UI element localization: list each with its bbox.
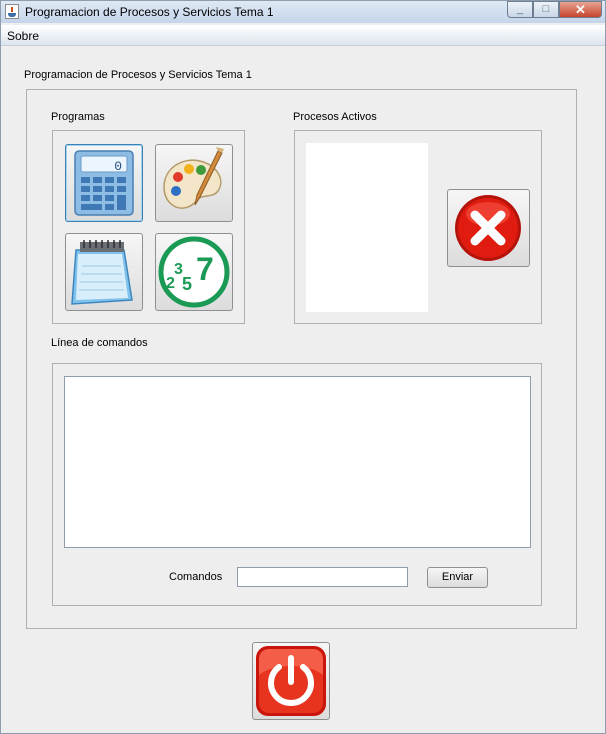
paint-palette-icon (163, 147, 224, 209)
send-button[interactable]: Enviar (427, 567, 488, 588)
notepad-icon (71, 240, 133, 305)
calculator-button[interactable]: 0 (65, 144, 143, 222)
close-red-icon (455, 195, 521, 261)
frame-title: Programacion de Procesos y Servicios Tem… (24, 69, 252, 81)
title-bar[interactable]: Programacion de Procesos y Servicios Tem… (1, 1, 605, 23)
programs-label: Programas (51, 111, 105, 123)
processes-label: Procesos Activos (293, 111, 377, 123)
commands-label: Línea de comandos (51, 337, 148, 349)
prime-numbers-icon: 2 3 5 7 (158, 236, 230, 308)
calculator-screen-digit: 0 (114, 159, 122, 174)
command-input-label: Comandos (169, 571, 223, 583)
paint-button[interactable] (155, 144, 233, 222)
calculator-icon: 0 (74, 150, 134, 216)
prime-digit-7: 7 (196, 251, 214, 287)
java-cup-icon (5, 4, 19, 19)
app-window: Programacion de Procesos y Servicios Tem… (0, 0, 606, 734)
primes-button[interactable]: 2 3 5 7 (155, 233, 233, 311)
menu-bar: Sobre (1, 25, 605, 46)
maximize-button[interactable]: □ (533, 1, 559, 18)
power-icon (256, 646, 326, 716)
command-input[interactable] (237, 567, 408, 587)
minimize-button[interactable]: _ (507, 1, 533, 18)
command-output-area[interactable] (64, 376, 531, 548)
notepad-button[interactable] (65, 233, 143, 311)
window-controls: _ □ ✕ (507, 1, 602, 19)
process-list[interactable] (306, 143, 428, 312)
close-window-button[interactable]: ✕ (559, 1, 602, 18)
menu-item-sobre[interactable]: Sobre (7, 29, 39, 43)
power-button[interactable] (252, 642, 330, 720)
window-title: Programacion de Procesos y Servicios Tem… (25, 5, 274, 19)
kill-process-button[interactable] (447, 189, 530, 267)
prime-digit-5: 5 (182, 274, 192, 294)
